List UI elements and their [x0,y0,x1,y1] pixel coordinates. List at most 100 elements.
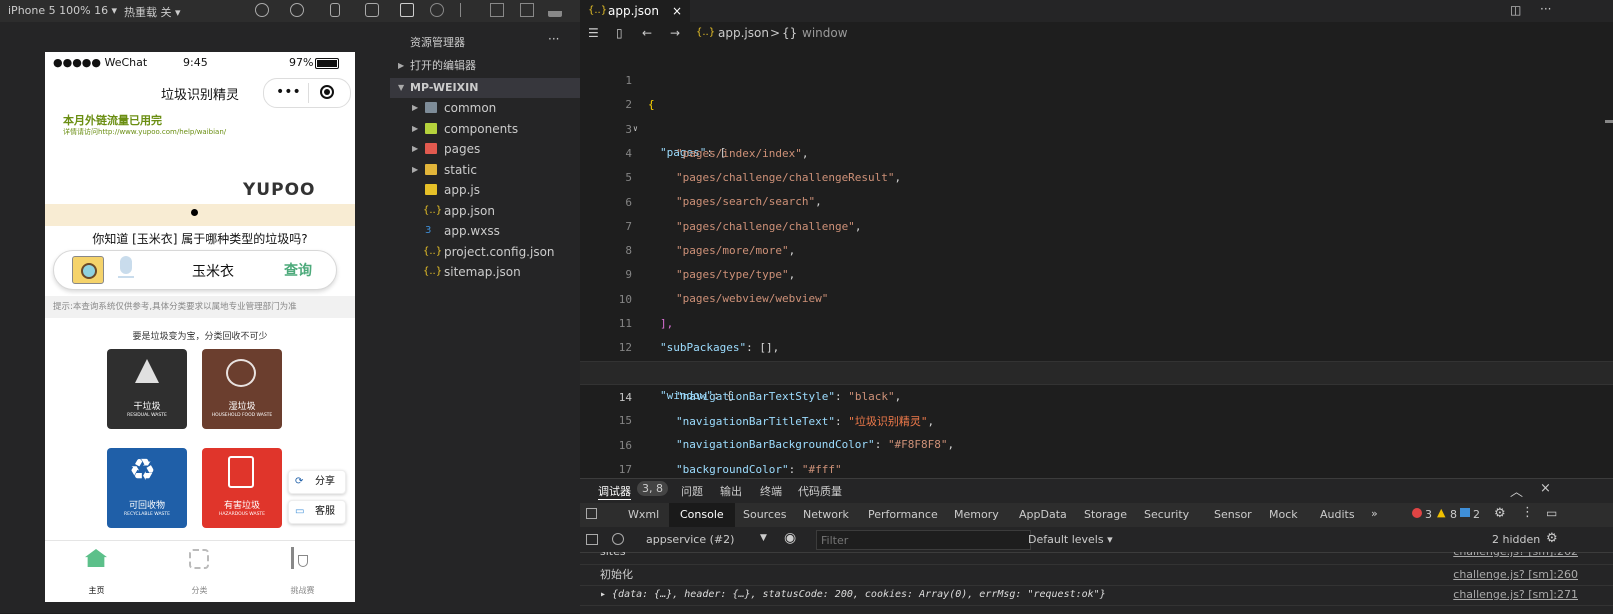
devtool-tab-security[interactable]: Security [1144,508,1189,521]
code-line[interactable]: 16 "backgroundColor": "#fff" [580,410,1613,476]
code-line[interactable]: 10 ], [580,264,1613,330]
tab-code-quality[interactable]: 代码质量 [798,483,842,499]
tree-folder-static[interactable]: ▶ static [390,160,580,180]
code-line[interactable]: 18 ∨ "tabBar": { [580,456,1613,478]
swiper-dot[interactable] [191,209,198,216]
tab-output[interactable]: 输出 [720,483,742,499]
eye-icon[interactable]: ◉ [784,530,796,546]
devtool-tab-audits[interactable]: Audits [1320,508,1355,521]
code-line[interactable]: 7 "pages/more/more", [580,191,1613,257]
console-settings-icon[interactable]: ⚙ [1546,531,1558,546]
code-line[interactable]: 11 "subPackages": [], [580,288,1613,354]
code-line[interactable]: 6 "pages/challenge/challenge", [580,167,1613,233]
tab-app-json[interactable]: {..} app.json × [580,0,690,22]
devtool-tab-appdata[interactable]: AppData [1019,508,1067,521]
devtool-tab-wxml[interactable]: Wxml [628,508,659,521]
code-line[interactable]: 2 ∨ "pages": [ [580,69,1613,159]
tab-home[interactable]: 主页 [45,541,148,602]
console-line[interactable]: ▸ {data: {…}, header: {…}, statusCode: 2… [580,585,1613,606]
log-levels-select[interactable]: Default levels ▾ [1028,533,1113,546]
breadcrumb-file[interactable]: app.json [718,26,769,40]
code-line[interactable]: 12 ∨ "window": { [580,312,1613,402]
layout-icon[interactable] [520,3,534,17]
sidebar-toggle-icon[interactable] [586,534,598,545]
category-hazardous[interactable]: 有害垃圾 HAZARDOUS WASTE [202,448,282,528]
search-icon[interactable] [430,3,444,17]
code-line[interactable]: 4 "pages/challenge/challengeResult", [580,118,1613,184]
project-section[interactable]: ▼ MP-WEIXIN [390,78,580,98]
tree-file-app-wxss[interactable]: 3 app.wxss [390,221,580,241]
tree-folder-components[interactable]: ▶ components [390,119,580,139]
console-source-link[interactable]: challenge.js? [sm]:260 [1453,565,1578,585]
devtool-tab-network[interactable]: Network [803,508,849,521]
devtool-tab-sensor[interactable]: Sensor [1214,508,1252,521]
more-vertical-icon[interactable]: ⋮ [1521,505,1534,520]
tab-debugger[interactable]: 调试器 [598,483,631,500]
scrollbar-marker[interactable] [1605,120,1613,123]
git-branch-icon[interactable] [460,3,475,17]
error-count[interactable]: 3 [1425,508,1432,521]
code-line[interactable]: 5 "pages/search/search", [580,142,1613,208]
chevron-down-icon[interactable]: ▼ [760,533,767,543]
console-object[interactable]: ▸ {data: {…}, header: {…}, statusCode: 2… [600,585,1106,605]
code-line[interactable]: 13 "navigationBarTextStyle": "black", [580,337,1613,403]
back-arrow-icon[interactable]: ← [642,26,652,40]
share-button[interactable]: ⟳ 分享 [288,470,346,494]
editor-more-icon[interactable]: ··· [1540,2,1551,16]
query-button[interactable]: 查询 [284,260,312,280]
code-line-current[interactable]: 14 "navigationBarTitleText": "垃圾识别精灵", [580,361,1613,428]
tree-file-app-js[interactable]: app.js [390,180,580,200]
devtool-tab-console[interactable]: Console [669,503,735,527]
breadcrumb-node[interactable]: window [802,26,848,40]
camera-icon[interactable] [72,256,104,284]
code-line[interactable]: 8 "pages/type/type", [580,215,1613,281]
category-food[interactable]: 湿垃圾 HOUSEHOLD FOOD WASTE [202,349,282,429]
context-select[interactable]: appservice (#2) [646,533,734,546]
devtool-tab-performance[interactable]: Performance [868,508,938,521]
files-icon[interactable] [400,3,414,17]
devtool-tab-memory[interactable]: Memory [954,508,999,521]
tree-file-sitemap[interactable]: {..} sitemap.json [390,262,580,282]
code-line[interactable]: 1 { [580,45,1613,111]
tree-folder-pages[interactable]: ▶ pages [390,139,580,159]
tab-terminal[interactable]: 终端 [760,483,782,499]
code-line[interactable]: 15 "navigationBarBackgroundColor": "#F8F… [580,385,1613,451]
devtool-tab-storage[interactable]: Storage [1084,508,1127,521]
devtool-tab-sources[interactable]: Sources [743,508,787,521]
tab-challenge[interactable]: 挑战赛 [251,541,354,602]
more-actions-icon[interactable]: ··· [548,32,559,46]
warning-count[interactable]: 8 [1450,508,1457,521]
code-line[interactable]: 9 "pages/webview/webview" [580,239,1613,305]
tree-folder-common[interactable]: ▶ common [390,98,580,118]
category-recyclable[interactable]: ♻ 可回收物 RECYCLABLE WASTE [107,448,187,528]
open-editors-section[interactable]: ▶ 打开的编辑器 [390,56,580,76]
close-icon[interactable]: × [1540,481,1551,496]
tree-file-app-json[interactable]: {..} app.json [390,201,580,221]
clear-console-icon[interactable] [612,533,624,545]
dock-icon[interactable]: ▭ [1546,506,1557,520]
category-residual[interactable]: 干垃圾 RESIDUAL WASTE [107,349,187,429]
devtool-tab-mock[interactable]: Mock [1269,508,1298,521]
console-source-link[interactable]: challenge.js? [sm]:262 [1453,552,1578,562]
cloud-icon[interactable] [548,3,562,17]
split-editor-icon[interactable]: ◫ [1510,3,1521,17]
device-select[interactable]: iPhone 5 100% 16 ▾ [8,4,117,17]
window-icon[interactable] [365,3,379,17]
tree-file-project-config[interactable]: {..} project.config.json [390,242,580,262]
close-circle-icon[interactable] [320,85,334,99]
close-tab-icon[interactable]: × [672,0,682,22]
hotreload-select[interactable]: 热重载 关 ▾ [124,4,181,20]
console-source-link[interactable]: challenge.js? [sm]:271 [1453,585,1578,605]
phone-icon[interactable] [330,3,340,17]
tab-category[interactable]: 分类 [148,541,251,602]
settings-gear-icon[interactable]: ⚙ [1494,506,1506,521]
bookmark-icon[interactable]: ▯ [616,26,623,40]
record-icon[interactable] [290,3,304,17]
inspect-icon[interactable] [586,508,597,519]
list-icon[interactable]: ☰ [588,26,599,40]
search-value[interactable]: 玉米衣 [192,261,234,281]
filter-input[interactable] [816,530,1031,550]
chevron-up-icon[interactable]: ︿ [1510,481,1523,500]
search-box[interactable]: 玉米衣 查询 [53,250,337,290]
extensions-icon[interactable] [490,3,504,17]
